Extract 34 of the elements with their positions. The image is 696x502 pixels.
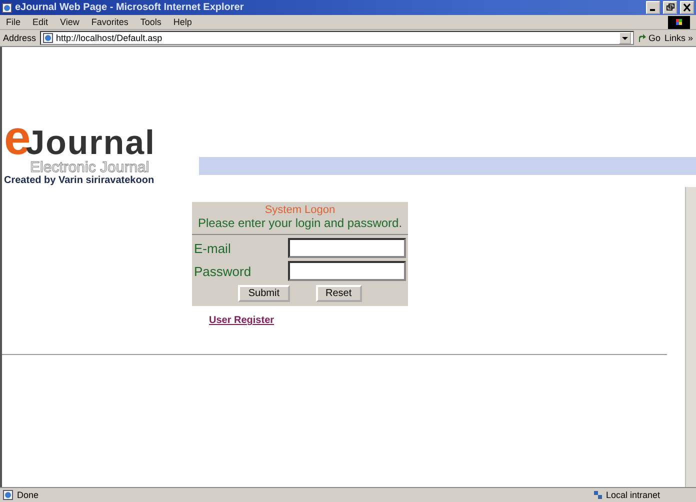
zone-text: Local intranet — [606, 490, 660, 500]
credit-text: Created by Varin siriravatekoon — [4, 175, 156, 187]
close-icon[interactable] — [680, 1, 694, 14]
page-icon — [3, 490, 13, 500]
menu-item[interactable]: File — [6, 17, 21, 27]
address-label: Address — [3, 33, 36, 43]
register-link[interactable]: User Register — [209, 315, 274, 326]
form-button[interactable]: Reset — [316, 285, 362, 302]
menu-item[interactable]: View — [60, 17, 80, 27]
address-field[interactable]: http://localhost/Default.asp — [40, 31, 634, 45]
arrow-icon — [638, 34, 646, 42]
window-title: eJournal Web Page - Microsoft Internet Explorer — [15, 2, 245, 13]
menu-item[interactable]: Tools — [140, 17, 162, 27]
menu-item[interactable]: Edit — [32, 17, 48, 27]
field-label: E-mail — [194, 240, 232, 256]
scrollbar[interactable] — [685, 187, 696, 487]
page-icon — [43, 33, 54, 43]
links-button[interactable]: Links » — [664, 33, 693, 43]
field-label: Password — [194, 264, 252, 278]
form-button[interactable]: Submit — [238, 285, 290, 302]
menu-item[interactable]: Help — [173, 17, 192, 27]
page-icon — [2, 2, 12, 12]
panel-title: System Logon — [264, 204, 336, 216]
go-button[interactable]: Go — [638, 33, 660, 43]
status-text: Done — [17, 490, 39, 500]
menu-item[interactable]: Favorites — [91, 17, 128, 27]
restore-icon[interactable] — [663, 1, 677, 14]
dropdown-icon[interactable] — [619, 32, 632, 44]
input-field[interactable] — [288, 261, 406, 281]
login-prompt: Please enter your login and password. — [192, 216, 408, 235]
logo-tagline: Electronic Journal — [30, 161, 150, 175]
input-field[interactable] — [288, 238, 406, 258]
minimize-icon[interactable] — [646, 1, 660, 14]
network-icon — [593, 490, 603, 500]
